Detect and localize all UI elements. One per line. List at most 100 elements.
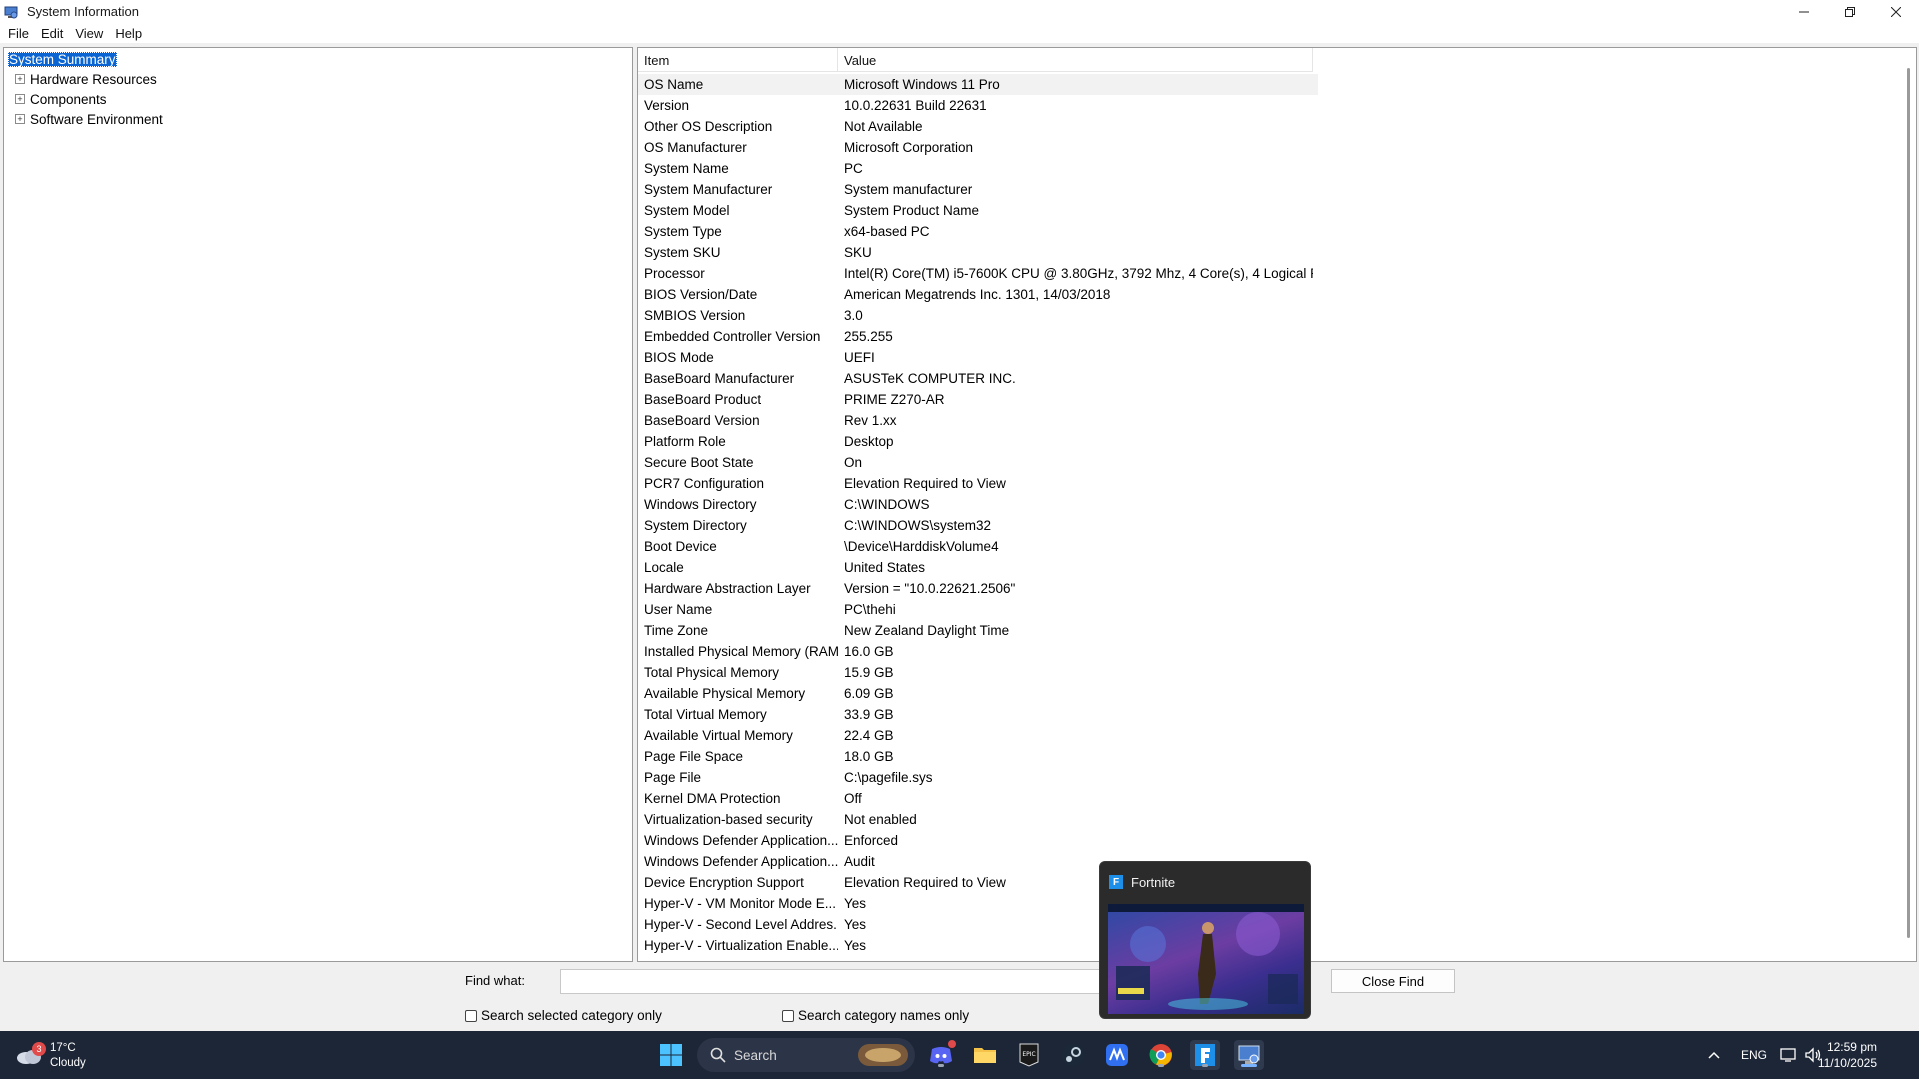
table-row[interactable]: Other OS Description Not Available: [638, 116, 1318, 137]
table-row[interactable]: Platform Role Desktop: [638, 431, 1318, 452]
cell-value: Not Available: [844, 119, 923, 134]
start-button[interactable]: [656, 1040, 686, 1070]
chrome-button[interactable]: [1146, 1040, 1176, 1070]
table-row[interactable]: System Model System Product Name: [638, 200, 1318, 221]
column-header-item[interactable]: Item: [638, 48, 838, 72]
cell-value: 33.9 GB: [844, 707, 894, 722]
table-row[interactable]: Windows Directory C:\WINDOWS: [638, 494, 1318, 515]
expand-icon[interactable]: +: [15, 94, 25, 104]
cell-item: Page File Space: [644, 749, 744, 764]
table-row[interactable]: Virtualization-based security Not enabled: [638, 809, 1318, 830]
show-hidden-icons-button[interactable]: [1699, 1040, 1729, 1070]
table-row[interactable]: BaseBoard Product PRIME Z270-AR: [638, 389, 1318, 410]
table-row[interactable]: System Type x64-based PC: [638, 221, 1318, 242]
preview-thumbnail[interactable]: [1108, 904, 1304, 1014]
table-row[interactable]: PCR7 Configuration Elevation Required to …: [638, 473, 1318, 494]
cell-value: 3.0: [844, 308, 863, 323]
file-explorer-button[interactable]: [970, 1040, 1000, 1070]
table-row[interactable]: Boot Device \Device\HarddiskVolume4: [638, 536, 1318, 557]
expand-icon[interactable]: +: [15, 74, 25, 84]
category-tree[interactable]: System Summary + Hardware Resources + Co…: [3, 47, 633, 962]
cell-item: OS Manufacturer: [644, 140, 747, 155]
network-icon: [1780, 1048, 1796, 1062]
menu-file[interactable]: File: [2, 26, 35, 41]
discord-button[interactable]: [926, 1040, 956, 1070]
cell-value: Intel(R) Core(TM) i5-7600K CPU @ 3.80GHz…: [844, 266, 1313, 281]
table-row[interactable]: Page File Space 18.0 GB: [638, 746, 1318, 767]
table-row[interactable]: Time Zone New Zealand Daylight Time: [638, 620, 1318, 641]
table-row[interactable]: User Name PC\thehi: [638, 599, 1318, 620]
table-row[interactable]: Total Virtual Memory 33.9 GB: [638, 704, 1318, 725]
running-indicator: [1158, 1064, 1164, 1067]
language-indicator[interactable]: ENG: [1741, 1048, 1767, 1062]
menu-view[interactable]: View: [69, 26, 109, 41]
table-row[interactable]: Windows Defender Application... Enforced: [638, 830, 1318, 851]
fortnite-button[interactable]: [1190, 1040, 1220, 1070]
tree-item-components[interactable]: + Components: [8, 90, 107, 108]
column-header-value[interactable]: Value: [838, 48, 1313, 72]
table-row[interactable]: SMBIOS Version 3.0: [638, 305, 1318, 326]
tree-item-software-environment[interactable]: + Software Environment: [8, 110, 163, 128]
table-row[interactable]: System Manufacturer System manufacturer: [638, 179, 1318, 200]
tree-item-label: System Summary: [8, 51, 117, 67]
search-names-checkbox[interactable]: [782, 1009, 794, 1022]
tree-item-label: Software Environment: [30, 111, 163, 127]
miro-button[interactable]: [1102, 1040, 1132, 1070]
table-row[interactable]: Installed Physical Memory (RAM) 16.0 GB: [638, 641, 1318, 662]
table-row[interactable]: System Directory C:\WINDOWS\system32: [638, 515, 1318, 536]
epic-games-button[interactable]: EPIC: [1014, 1040, 1044, 1070]
tree-item-hardware-resources[interactable]: + Hardware Resources: [8, 70, 157, 88]
cell-item: BaseBoard Version: [644, 413, 760, 428]
table-row[interactable]: Available Physical Memory 6.09 GB: [638, 683, 1318, 704]
find-label: Find what:: [465, 973, 525, 988]
cell-value: System manufacturer: [844, 182, 973, 197]
taskbar-preview-fortnite[interactable]: F Fortnite: [1099, 861, 1311, 1019]
table-row[interactable]: Version 10.0.22631 Build 22631: [638, 95, 1318, 116]
table-row[interactable]: Locale United States: [638, 557, 1318, 578]
table-row[interactable]: Page File C:\pagefile.sys: [638, 767, 1318, 788]
table-row[interactable]: Embedded Controller Version 255.255: [638, 326, 1318, 347]
tree-item-system-summary[interactable]: System Summary: [8, 50, 117, 68]
taskbar-search[interactable]: Search: [697, 1038, 915, 1072]
clock[interactable]: 12:59 pm 11/10/2025: [1818, 1039, 1877, 1071]
table-row[interactable]: Kernel DMA Protection Off: [638, 788, 1318, 809]
table-row[interactable]: Secure Boot State On: [638, 452, 1318, 473]
restore-button[interactable]: [1827, 0, 1873, 23]
cell-value: 255.255: [844, 329, 893, 344]
chevron-up-icon: [1708, 1051, 1720, 1059]
table-row[interactable]: OS Name Microsoft Windows 11 Pro: [638, 74, 1318, 95]
close-find-button[interactable]: Close Find: [1331, 969, 1455, 993]
table-row[interactable]: BIOS Mode UEFI: [638, 347, 1318, 368]
table-row[interactable]: Processor Intel(R) Core(TM) i5-7600K CPU …: [638, 263, 1318, 284]
expand-icon[interactable]: +: [15, 114, 25, 124]
search-selected-checkbox-row[interactable]: Search selected category only: [465, 1008, 662, 1023]
taskbar: 3 17°C Cloudy Search EPIC ENG 12:59 pm 1…: [0, 1031, 1919, 1079]
search-names-checkbox-row[interactable]: Search category names only: [782, 1008, 969, 1023]
search-selected-checkbox[interactable]: [465, 1009, 477, 1022]
minimize-button[interactable]: [1781, 0, 1827, 23]
vertical-scrollbar[interactable]: [1907, 68, 1910, 938]
close-button[interactable]: [1873, 0, 1919, 23]
table-row[interactable]: BaseBoard Version Rev 1.xx: [638, 410, 1318, 431]
table-row[interactable]: Available Virtual Memory 22.4 GB: [638, 725, 1318, 746]
weather-widget[interactable]: 3 17°C Cloudy: [16, 1041, 86, 1071]
table-row[interactable]: BIOS Version/Date American Megatrends Inc…: [638, 284, 1318, 305]
menu-help[interactable]: Help: [109, 26, 148, 41]
steam-button[interactable]: [1058, 1040, 1088, 1070]
table-row[interactable]: BaseBoard Manufacturer ASUSTeK COMPUTER I…: [638, 368, 1318, 389]
cell-value: System Product Name: [844, 203, 980, 218]
cell-value: Off: [844, 791, 862, 806]
system-information-taskbar-button[interactable]: [1234, 1040, 1264, 1070]
cell-value: Microsoft Windows 11 Pro: [844, 77, 1000, 92]
table-row[interactable]: System SKU SKU: [638, 242, 1318, 263]
search-placeholder: Search: [734, 1047, 777, 1063]
cell-item: Embedded Controller Version: [644, 329, 821, 344]
table-row[interactable]: Hardware Abstraction Layer Version = "10.…: [638, 578, 1318, 599]
table-row[interactable]: System Name PC: [638, 158, 1318, 179]
table-row[interactable]: OS Manufacturer Microsoft Corporation: [638, 137, 1318, 158]
menu-edit[interactable]: Edit: [35, 26, 69, 41]
table-row[interactable]: Total Physical Memory 15.9 GB: [638, 662, 1318, 683]
cell-item: Platform Role: [644, 434, 726, 449]
cell-value: C:\WINDOWS: [844, 497, 930, 512]
details-list[interactable]: Item Value OS Name Microsoft Windows 11 P…: [637, 47, 1917, 962]
